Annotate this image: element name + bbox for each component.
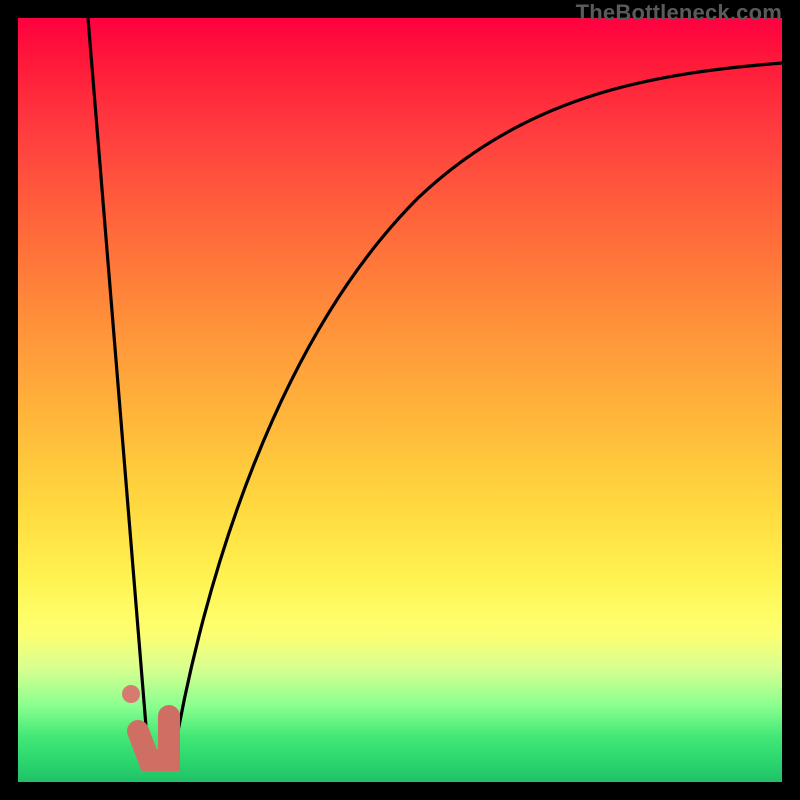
trough-dot: [122, 685, 140, 703]
plot-area: [18, 18, 782, 782]
chart-frame: TheBottleneck.com: [0, 0, 800, 800]
trough-marker: [138, 716, 169, 760]
curve-right-rise: [172, 63, 782, 765]
curve-left-descent: [88, 18, 149, 763]
curves-svg: [18, 18, 782, 782]
watermark-text: TheBottleneck.com: [576, 0, 782, 26]
